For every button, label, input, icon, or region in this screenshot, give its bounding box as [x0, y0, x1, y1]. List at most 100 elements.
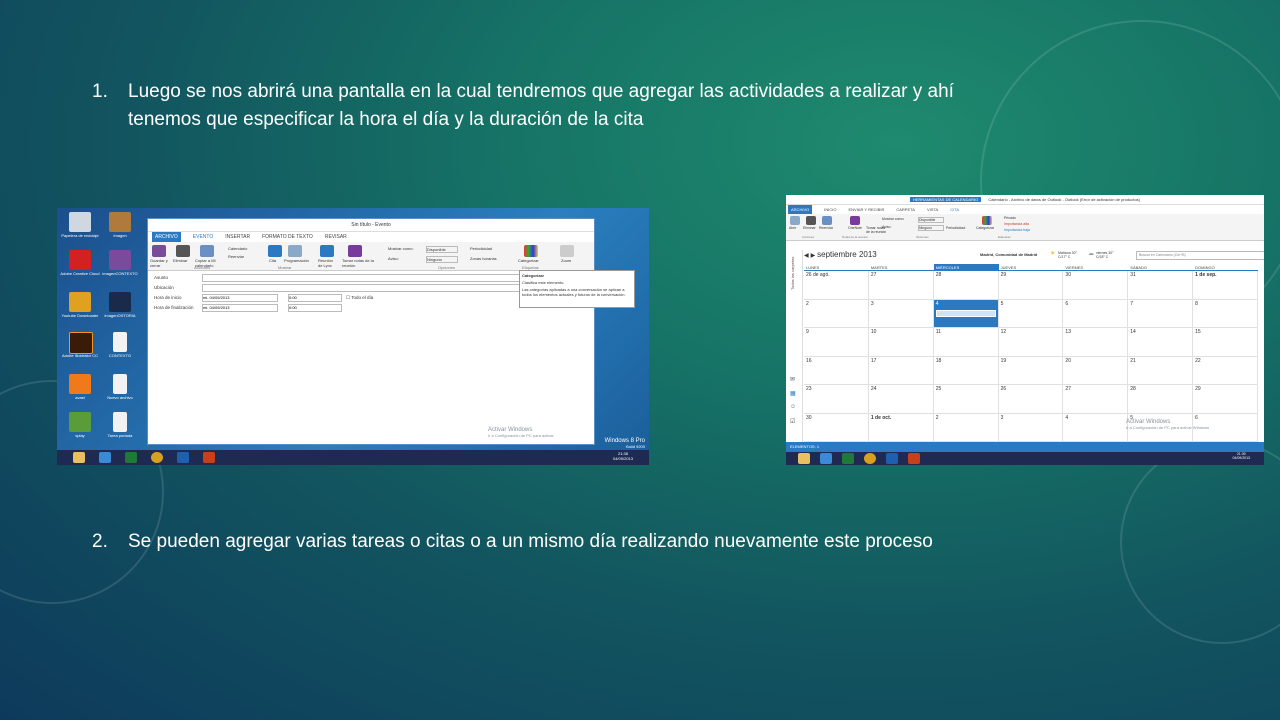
recurrence-button[interactable]: Periodicidad: [470, 246, 492, 251]
end-date-field[interactable]: mi. 04/09/2013: [202, 304, 278, 312]
day-cell[interactable]: 13: [1063, 328, 1129, 357]
tab-archivo[interactable]: ARCHIVO: [788, 205, 813, 214]
forward-button[interactable]: Reenviar: [228, 254, 244, 259]
tab-cita[interactable]: CITA: [950, 205, 959, 214]
start-time-field[interactable]: 0:00: [288, 294, 342, 302]
internet-explorer-icon[interactable]: [99, 452, 111, 463]
file-explorer-icon[interactable]: [73, 452, 85, 463]
clock[interactable]: 21:38 04/09/2013: [613, 451, 633, 461]
reminder-select[interactable]: Ninguno: [918, 225, 944, 231]
day-cell[interactable]: 4: [1063, 413, 1129, 442]
scheduling-icon[interactable]: [288, 245, 302, 257]
tab-evento[interactable]: EVENTO: [193, 232, 213, 242]
low-importance-toggle[interactable]: Importancia baja: [1004, 228, 1030, 232]
timezones-button[interactable]: Zonas horarias: [470, 256, 497, 261]
day-cell[interactable]: 30: [804, 413, 869, 442]
categorize-button[interactable]: Categorizar: [518, 258, 539, 263]
day-cell[interactable]: 8: [1193, 299, 1258, 328]
day-cell[interactable]: 3: [868, 299, 934, 328]
day-cell[interactable]: 11: [933, 328, 999, 357]
day-cell[interactable]: 24: [868, 385, 934, 414]
onenote-icon[interactable]: [348, 245, 362, 257]
next-month-icon[interactable]: ▶: [811, 253, 816, 259]
onenote-button[interactable]: OneNote: [848, 226, 862, 230]
excel-icon[interactable]: [842, 453, 854, 464]
tab-archivo[interactable]: ARCHIVO: [152, 232, 181, 242]
powerpoint-icon[interactable]: [203, 452, 215, 463]
day-cell[interactable]: 14: [1128, 328, 1194, 357]
day-cell[interactable]: 2: [933, 413, 999, 442]
categorize-icon[interactable]: [982, 216, 992, 225]
copy-calendar-icon[interactable]: [200, 245, 214, 257]
day-cell[interactable]: 1 de oct.: [868, 413, 934, 442]
powerpoint-icon[interactable]: [908, 453, 920, 464]
delete-button[interactable]: Eliminar: [173, 258, 187, 263]
day-cell[interactable]: 29: [998, 271, 1064, 300]
clock[interactable]: 21:39 04/09/2013: [1232, 452, 1250, 460]
day-cell[interactable]: 15: [1193, 328, 1258, 357]
meeting-notes-button[interactable]: Tomar notas de la reunión: [342, 258, 374, 268]
delete-icon[interactable]: [806, 216, 816, 225]
categorize-icon[interactable]: [524, 245, 538, 257]
mail-icon[interactable]: ✉: [790, 376, 795, 383]
day-cell[interactable]: 26: [998, 385, 1064, 414]
private-toggle[interactable]: Privado: [1004, 216, 1016, 220]
day-cell[interactable]: 1 de sep.: [1193, 271, 1258, 300]
chrome-icon[interactable]: [864, 453, 876, 464]
day-cell[interactable]: 28: [933, 271, 999, 300]
tab-carpeta[interactable]: CARPETA: [896, 205, 915, 214]
outlook-icon[interactable]: [886, 453, 898, 464]
excel-icon[interactable]: [125, 452, 137, 463]
day-cell[interactable]: 6: [1063, 299, 1129, 328]
day-cell[interactable]: 2: [804, 299, 869, 328]
categorize-button[interactable]: Categorizar: [976, 226, 994, 230]
calendar-button[interactable]: Calendario: [228, 246, 247, 251]
calendar-icon[interactable]: ▦: [790, 390, 796, 397]
people-icon[interactable]: ☺: [790, 404, 796, 410]
zoom-icon[interactable]: [560, 245, 574, 257]
chrome-icon[interactable]: [151, 452, 163, 463]
scheduling-button[interactable]: Programación: [284, 258, 309, 263]
tasks-icon[interactable]: ☑: [790, 418, 795, 425]
day-cell[interactable]: 22: [1193, 356, 1258, 385]
day-cell-today[interactable]: 4: [933, 299, 999, 328]
lync-icon[interactable]: [320, 245, 334, 257]
tab-revisar[interactable]: REVISAR: [325, 232, 347, 242]
day-cell[interactable]: 17: [868, 356, 934, 385]
open-icon[interactable]: [790, 216, 800, 225]
high-importance-toggle[interactable]: Importancia alta: [1004, 222, 1029, 226]
forward-icon[interactable]: [822, 216, 832, 225]
day-cell[interactable]: 27: [868, 271, 934, 300]
all-day-checkbox[interactable]: ☐ Todo el día: [346, 295, 373, 301]
day-cell[interactable]: 20: [1063, 356, 1129, 385]
day-cell[interactable]: 21: [1128, 356, 1194, 385]
forward-button[interactable]: Reenviar: [819, 226, 833, 230]
lync-button[interactable]: Reunión de Lync: [318, 258, 338, 268]
day-cell[interactable]: 7: [1128, 299, 1194, 328]
prev-month-icon[interactable]: ◀: [804, 253, 809, 259]
day-cell[interactable]: 31: [1128, 271, 1194, 300]
folder-pane[interactable]: Todas las carpetas ✉ ▦ ☺ ☑: [786, 250, 803, 442]
show-as-select[interactable]: Disponible: [426, 246, 458, 253]
calendar-search-input[interactable]: Buscar en Calendario (Ctrl+B): [1136, 251, 1264, 260]
day-cell[interactable]: 23: [804, 385, 869, 414]
day-cell[interactable]: 27: [1063, 385, 1129, 414]
open-button[interactable]: Abrir: [789, 226, 796, 230]
day-cell[interactable]: 25: [933, 385, 999, 414]
outlook-icon[interactable]: [177, 452, 189, 463]
tab-vista[interactable]: VISTA: [927, 205, 938, 214]
onenote-icon[interactable]: [850, 216, 860, 225]
appointment-item[interactable]: [935, 309, 996, 317]
day-cell[interactable]: 12: [998, 328, 1064, 357]
save-close-icon[interactable]: [152, 245, 166, 257]
day-cell[interactable]: 19: [998, 356, 1064, 385]
save-close-button[interactable]: Guardar y cerrar: [150, 258, 172, 268]
appointment-button[interactable]: Cita: [269, 258, 276, 263]
location-label[interactable]: Madrid, Comunidad de Madrid: [980, 252, 1037, 257]
delete-button[interactable]: Eliminar: [803, 226, 816, 230]
tab-formato[interactable]: FORMATO DE TEXTO: [262, 232, 313, 242]
day-cell[interactable]: 10: [868, 328, 934, 357]
day-cell[interactable]: 9: [804, 328, 869, 357]
zoom-button[interactable]: Zoom: [561, 258, 571, 263]
appointment-icon[interactable]: [268, 245, 282, 257]
